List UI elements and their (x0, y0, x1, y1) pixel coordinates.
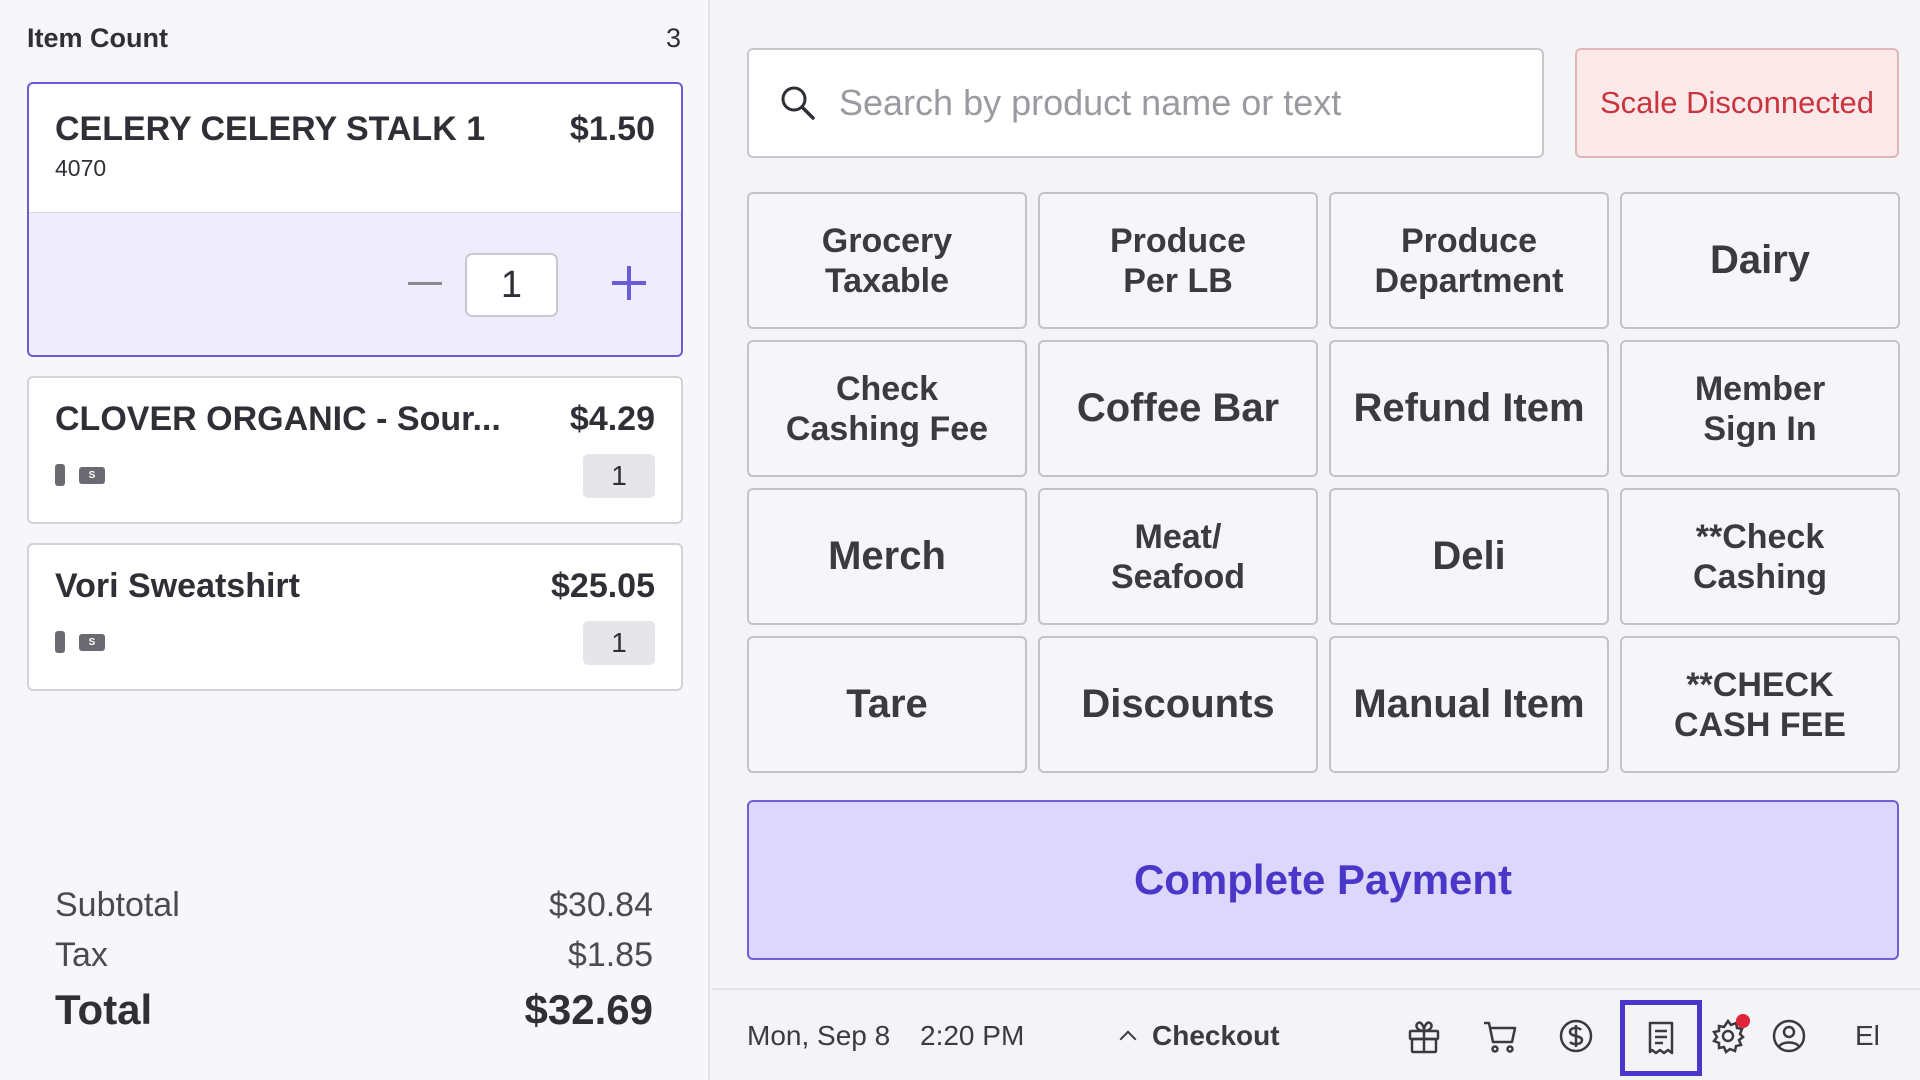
cart-item-price: $1.50 (569, 110, 655, 148)
minus-icon (408, 281, 442, 285)
quick-key-button[interactable]: Member Sign In (1620, 340, 1900, 477)
subtotal-label: Subtotal (55, 885, 180, 924)
cart-item[interactable]: Vori Sweatshirt $25.05 S 1 (27, 543, 683, 691)
quantity-field[interactable]: 1 (465, 253, 558, 317)
receipt-icon[interactable] (1620, 1000, 1702, 1076)
quick-key-button[interactable]: Discounts (1038, 636, 1318, 773)
cart-item-price: $4.29 (569, 400, 655, 438)
settings-icon[interactable] (1704, 1012, 1752, 1060)
snap-tag-icon: S (79, 466, 105, 484)
decrease-quantity-button[interactable] (399, 257, 451, 309)
cart-item-name: Vori Sweatshirt (55, 567, 300, 605)
chevron-up-icon (1119, 1030, 1137, 1048)
checkout-menu-button[interactable]: Checkout (1119, 1020, 1280, 1052)
cart-icon[interactable] (1476, 1012, 1524, 1060)
tax-value: $1.85 (567, 935, 653, 974)
item-count-label: Item Count (27, 22, 168, 53)
subtotal-value: $30.84 (549, 885, 653, 924)
notification-dot (1736, 1014, 1750, 1028)
item-tags: S (55, 464, 105, 486)
quick-key-button[interactable]: Merch (747, 488, 1027, 625)
quick-key-button[interactable]: **CHECK CASH FEE (1620, 636, 1900, 773)
quick-key-button[interactable]: Dairy (1620, 192, 1900, 329)
time-display: 2:20 PM (920, 1020, 1025, 1051)
cart-item-price: $25.05 (551, 567, 655, 605)
cart-item[interactable]: CELERY CELERY STALK 1 $1.50 4070 1 (27, 82, 683, 357)
quick-key-button[interactable]: Grocery Taxable (747, 192, 1027, 329)
date-display: Mon, Sep 8 (747, 1020, 891, 1051)
search-input[interactable] (839, 82, 1519, 124)
status-bar: Mon, Sep 8 2:20 PM Checkout El (712, 988, 1920, 1080)
cart-item[interactable]: CLOVER ORGANIC - Sour... $4.29 S 1 (27, 376, 683, 524)
cart-item-name: CLOVER ORGANIC - Sour... (55, 400, 501, 438)
quantity-editor: 1 (29, 212, 681, 355)
quick-key-button[interactable]: Manual Item (1329, 636, 1609, 773)
checkout-label: Checkout (1152, 1020, 1280, 1051)
quick-key-button[interactable]: Meat/ Seafood (1038, 488, 1318, 625)
quick-key-button[interactable]: Check Cashing Fee (747, 340, 1027, 477)
total-label: Total (55, 986, 153, 1033)
quick-key-button[interactable]: **Check Cashing (1620, 488, 1900, 625)
gift-icon[interactable] (1400, 1012, 1448, 1060)
quick-key-button[interactable]: Tare (747, 636, 1027, 773)
totals-section: Subtotal $30.84 Tax $1.85 Total $32.69 (55, 880, 653, 1040)
bottle-deposit-icon (55, 631, 65, 653)
quick-key-button[interactable]: Refund Item (1329, 340, 1609, 477)
total-row: Total $32.69 (55, 980, 653, 1040)
total-value: $32.69 (524, 986, 653, 1033)
tax-row: Tax $1.85 (55, 930, 653, 980)
cart-item-quantity: 1 (583, 454, 655, 498)
dollar-icon[interactable] (1552, 1012, 1600, 1060)
snap-tag-icon: S (79, 633, 105, 651)
item-count-value: 3 (665, 22, 681, 53)
item-count-row: Item Count 3 (27, 20, 681, 56)
quick-key-button[interactable]: Produce Per LB (1038, 192, 1318, 329)
tax-label: Tax (55, 935, 108, 974)
complete-payment-button[interactable]: Complete Payment (747, 800, 1899, 960)
bottle-deposit-icon (55, 464, 65, 486)
quick-key-grid: Grocery Taxable Produce Per LB Produce D… (747, 192, 1900, 773)
cart-item-quantity: 1 (583, 621, 655, 665)
user-initials[interactable]: El (1855, 1020, 1880, 1052)
search-icon (779, 84, 817, 122)
quick-key-button[interactable]: Coffee Bar (1038, 340, 1318, 477)
cart-item-code: 4070 (55, 155, 107, 181)
cart-item-name: CELERY CELERY STALK 1 (55, 110, 486, 148)
quick-key-button[interactable]: Produce Department (1329, 192, 1609, 329)
register-panel: Scale Disconnected Grocery Taxable Produ… (712, 0, 1920, 1080)
item-tags: S (55, 631, 105, 653)
user-icon[interactable] (1765, 1012, 1813, 1060)
scale-status-button[interactable]: Scale Disconnected (1575, 48, 1899, 158)
increase-quantity-button[interactable] (603, 257, 655, 309)
quick-key-button[interactable]: Deli (1329, 488, 1609, 625)
cart-panel: Item Count 3 CELERY CELERY STALK 1 $1.50… (0, 0, 710, 1080)
subtotal-row: Subtotal $30.84 (55, 880, 653, 930)
product-search[interactable] (747, 48, 1544, 158)
